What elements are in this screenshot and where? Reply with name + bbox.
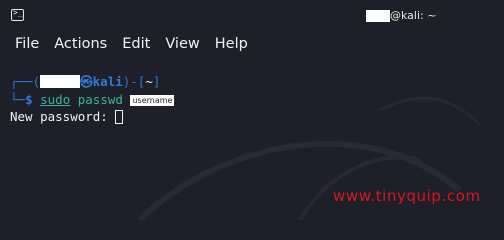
menu-file[interactable]: File (15, 34, 39, 54)
output-line: New password: (10, 109, 124, 125)
prompt-line-command: └─$ sudo passwd username (10, 92, 175, 108)
menu-help[interactable]: Help (215, 34, 248, 54)
prompt-directory: ~ (145, 74, 153, 89)
terminal-cursor[interactable] (115, 110, 124, 124)
window-title-text: @kali: ~ (390, 9, 437, 22)
redacted-username-prompt (40, 75, 81, 88)
prompt-corner-bottom: └─ (10, 92, 26, 107)
new-password-prompt: New password: (10, 109, 116, 124)
terminal-app-icon: >_ (11, 8, 24, 21)
command-passwd: passwd (70, 92, 131, 107)
menu-edit[interactable]: Edit (122, 34, 150, 54)
menu-bar: File Actions Edit View Help (0, 32, 504, 56)
title-bar: >_ @kali: ~ (0, 0, 504, 32)
username-placeholder-label: username (130, 95, 175, 106)
command-sudo: sudo (40, 92, 71, 107)
redacted-username-title (366, 10, 390, 22)
watermark-text: www.tinyquip.com (333, 187, 481, 205)
prompt-corner-top: ┌──( (10, 74, 41, 89)
menu-actions[interactable]: Actions (54, 34, 107, 54)
menu-view[interactable]: View (165, 34, 199, 54)
prompt-line-top: ┌──( ㉿kali)-[~] (10, 74, 160, 90)
prompt-dollar: $ (25, 92, 41, 107)
prompt-mid: )-[ (122, 74, 146, 89)
terminal-window: >_ @kali: ~ File Actions Edit View Help … (0, 0, 504, 220)
prompt-at-symbol: ㉿ (80, 74, 93, 89)
prompt-close: ] (152, 74, 161, 89)
prompt-hostname: kali (92, 74, 123, 89)
window-title: @kali: ~ (366, 9, 436, 23)
